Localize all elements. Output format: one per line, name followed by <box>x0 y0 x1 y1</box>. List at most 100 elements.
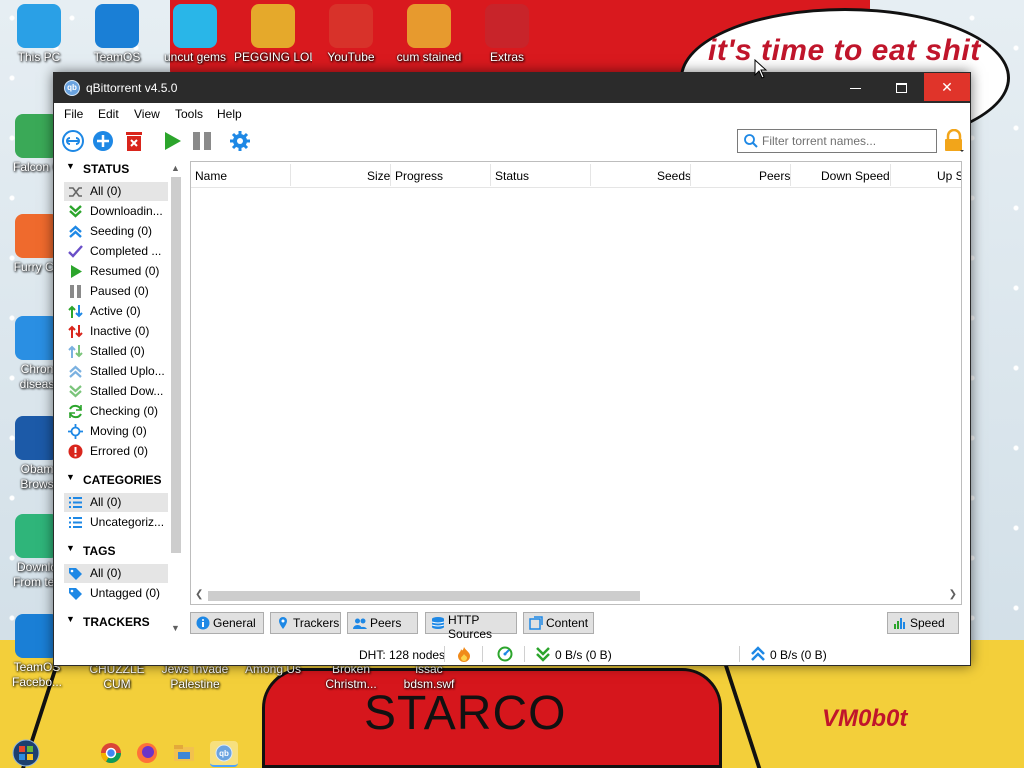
collapse-caret-icon[interactable]: ▼ <box>66 543 75 553</box>
lock-button[interactable] <box>943 128 965 153</box>
status-filter-item[interactable]: Active (0) <box>64 302 168 321</box>
taskbar-firefox-icon[interactable] <box>135 741 159 765</box>
column-divider[interactable] <box>890 164 891 186</box>
status-filter-item[interactable]: Completed ... <box>64 242 168 261</box>
column-size[interactable]: Size <box>367 169 390 183</box>
category-filter-item[interactable]: Uncategoriz... <box>64 513 168 532</box>
add-torrent-file-button[interactable] <box>91 129 115 153</box>
maximize-button[interactable] <box>878 73 924 101</box>
desktop-icon[interactable]: PEGGING LOL <box>234 4 312 65</box>
minimize-icon <box>849 87 861 89</box>
status-section-header-label: STATUS <box>83 162 130 176</box>
pause-icon <box>193 132 211 150</box>
desktop-icon[interactable]: cum stained <box>390 4 468 65</box>
tab-content[interactable]: Content <box>523 612 594 634</box>
tags-section-header[interactable]: ▼ TAGS <box>64 543 168 561</box>
status-filter-item[interactable]: Checking (0) <box>64 402 168 421</box>
tab-peers[interactable]: Peers <box>347 612 418 634</box>
tab-general[interactable]: General <box>190 612 264 634</box>
filter-torrent-input-box[interactable] <box>737 129 937 153</box>
tab-general-label: General <box>213 616 256 630</box>
delete-torrent-button[interactable] <box>122 129 146 153</box>
scroll-up-icon[interactable]: ▲ <box>171 163 180 173</box>
desktop-icon[interactable]: This PC <box>0 4 78 65</box>
title-bar[interactable]: qb qBittorrent v4.5.0 ✕ <box>54 73 970 103</box>
column-divider[interactable] <box>690 164 691 186</box>
add-torrent-link-button[interactable] <box>61 129 85 153</box>
scroll-right-icon[interactable]: ❯ <box>949 589 957 600</box>
column-divider[interactable] <box>390 164 391 186</box>
scroll-left-icon[interactable]: ❮ <box>195 589 203 600</box>
sidebar-scroll-thumb[interactable] <box>171 177 181 553</box>
column-name[interactable]: Name <box>195 169 227 183</box>
menu-edit[interactable]: Edit <box>98 107 119 121</box>
column-down-speed[interactable]: Down Speed <box>821 169 890 183</box>
column-divider[interactable] <box>490 164 491 186</box>
column-divider[interactable] <box>290 164 291 186</box>
start-button[interactable] <box>8 737 44 768</box>
taskbar-chrome-icon[interactable] <box>99 741 123 765</box>
status-filter-item[interactable]: Paused (0) <box>64 282 168 301</box>
connection-status-icon[interactable] <box>457 646 471 665</box>
paused-icon <box>70 285 81 298</box>
trackers-section-header-label: TRACKERS <box>83 615 150 629</box>
column-status[interactable]: Status <box>495 169 529 183</box>
menu-help[interactable]: Help <box>217 107 242 121</box>
status-filter-item[interactable]: Seeding (0) <box>64 222 168 241</box>
status-filter-item[interactable]: Stalled Uplo... <box>64 362 168 381</box>
desktop-icon-label: YouTube <box>327 50 375 64</box>
desktop-icon[interactable]: uncut gems <box>156 4 234 65</box>
column-up-speed[interactable]: Up S <box>937 169 961 183</box>
torrent-list[interactable]: Name Size Progress Status Seeds Peers Do… <box>190 161 962 605</box>
qbittorrent-window: qb qBittorrent v4.5.0 ✕ File Edit View T… <box>53 72 971 666</box>
trackers-section-header[interactable]: ▼ TRACKERS <box>64 614 168 632</box>
close-button[interactable]: ✕ <box>924 73 970 101</box>
column-divider[interactable] <box>590 164 591 186</box>
server-icon <box>431 617 445 629</box>
status-filter-item[interactable]: Downloadin... <box>64 202 168 221</box>
status-filter-item[interactable]: Moving (0) <box>64 422 168 441</box>
collapse-caret-icon[interactable]: ▼ <box>66 472 75 482</box>
menu-view[interactable]: View <box>134 107 160 121</box>
tag-filter-item[interactable]: All (0) <box>64 564 168 583</box>
categories-section-header[interactable]: ▼ CATEGORIES <box>64 472 168 490</box>
status-section-header[interactable]: ▼ STATUS <box>64 161 168 179</box>
column-seeds[interactable]: Seeds <box>657 169 691 183</box>
tag-filter-item[interactable]: Untagged (0) <box>64 584 168 603</box>
tab-trackers[interactable]: Trackers <box>270 612 341 634</box>
resume-button[interactable] <box>160 129 184 153</box>
status-filter-item[interactable]: Errored (0) <box>64 442 168 461</box>
status-filter-item[interactable]: Stalled Dow... <box>64 382 168 401</box>
column-divider[interactable] <box>790 164 791 186</box>
hscroll-thumb[interactable] <box>208 591 640 601</box>
speed-limit-icon[interactable] <box>497 646 513 665</box>
column-peers[interactable]: Peers <box>759 169 790 183</box>
collapse-caret-icon[interactable]: ▼ <box>66 614 75 624</box>
column-progress[interactable]: Progress <box>395 169 443 183</box>
tag-filter-item-label: Untagged (0) <box>90 586 161 600</box>
speed-tab-button[interactable]: Speed <box>887 612 959 634</box>
menu-file[interactable]: File <box>64 107 83 121</box>
taskbar-qbittorrent-icon[interactable]: qb <box>210 741 238 767</box>
tab-http-sources[interactable]: HTTP Sources <box>425 612 517 641</box>
desktop-icon[interactable]: Extras <box>468 4 546 65</box>
status-filter-item[interactable]: All (0) <box>64 182 168 201</box>
options-button[interactable] <box>228 129 252 153</box>
menu-tools[interactable]: Tools <box>175 107 203 121</box>
moving-icon <box>68 424 83 439</box>
minimize-button[interactable] <box>832 73 878 101</box>
status-filter-item[interactable]: Inactive (0) <box>64 322 168 341</box>
collapse-caret-icon[interactable]: ▼ <box>66 161 75 171</box>
sidebar-scrollbar[interactable]: ▲ ▼ <box>168 161 184 637</box>
diamond-icon <box>173 4 217 48</box>
status-filter-item[interactable]: Stalled (0) <box>64 342 168 361</box>
desktop-icon[interactable]: YouTube <box>312 4 390 65</box>
scroll-down-icon[interactable]: ▼ <box>171 623 180 633</box>
category-filter-item[interactable]: All (0) <box>64 493 168 512</box>
torrent-list-hscrollbar[interactable]: ❮ ❯ <box>191 587 961 604</box>
pause-button[interactable] <box>190 129 214 153</box>
filter-torrent-input[interactable] <box>762 133 932 149</box>
status-filter-item[interactable]: Resumed (0) <box>64 262 168 281</box>
taskbar-file-explorer-icon[interactable] <box>172 741 196 765</box>
desktop-icon[interactable]: TeamOS <box>78 4 156 65</box>
